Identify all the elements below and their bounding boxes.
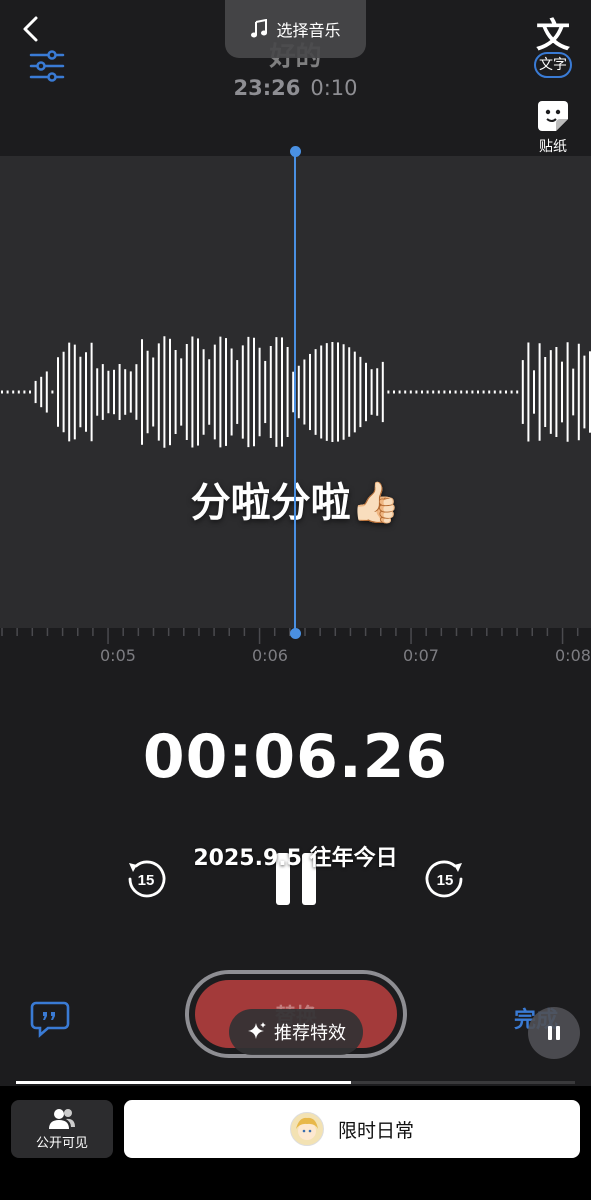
tick-label: 0:07 <box>403 646 439 665</box>
effects-label: 推荐特效 <box>274 1023 346 1044</box>
skip-back-label: 15 <box>138 872 155 889</box>
recording-time-info: 23:26 0:10 <box>0 76 591 100</box>
progress-fill <box>16 1081 352 1084</box>
playhead[interactable] <box>294 151 296 634</box>
sticker-tool-button[interactable]: 贴纸 <box>523 96 583 156</box>
recording-time: 23:26 <box>233 76 301 100</box>
progress-track <box>16 1081 575 1084</box>
sparkle-icon <box>248 1022 266 1039</box>
avatar <box>289 1112 324 1146</box>
mini-pause-bar-left <box>548 1026 552 1040</box>
recommended-effects-button[interactable]: 推荐特效 <box>229 1009 363 1055</box>
limited-daily-label: 限时日常 <box>337 1119 414 1142</box>
people-icon <box>49 1108 75 1129</box>
sticker-icon <box>523 96 583 136</box>
limited-daily-button[interactable]: 限时日常 <box>124 1100 580 1158</box>
quote-bubble-icon <box>30 1001 70 1038</box>
skip-forward-label: 15 <box>437 872 454 889</box>
music-note-icon <box>251 19 268 38</box>
mini-pause-button[interactable] <box>528 1007 580 1059</box>
playhead-bottom-handle[interactable] <box>290 628 301 639</box>
tick-label: 0:05 <box>100 646 136 665</box>
memory-caption[interactable]: 2025.9.5 往年今日 <box>0 840 591 872</box>
visibility-label: 公开可见 <box>35 1135 88 1151</box>
mini-pause-bar-right <box>556 1026 560 1040</box>
tick-label: 0:06 <box>252 646 288 665</box>
select-music-label: 选择音乐 <box>276 21 341 40</box>
tick-label: 0:08 <box>555 646 591 665</box>
playback-timer: 00:06.26 <box>142 722 449 792</box>
visibility-button[interactable]: 公开可见 <box>11 1100 113 1158</box>
comment-button[interactable] <box>30 1000 70 1038</box>
playhead-top-handle[interactable] <box>290 146 301 157</box>
select-music-button[interactable]: 选择音乐 <box>225 0 366 58</box>
sticker-tool-label: 贴纸 <box>539 139 567 155</box>
recording-duration: 0:10 <box>310 76 358 100</box>
